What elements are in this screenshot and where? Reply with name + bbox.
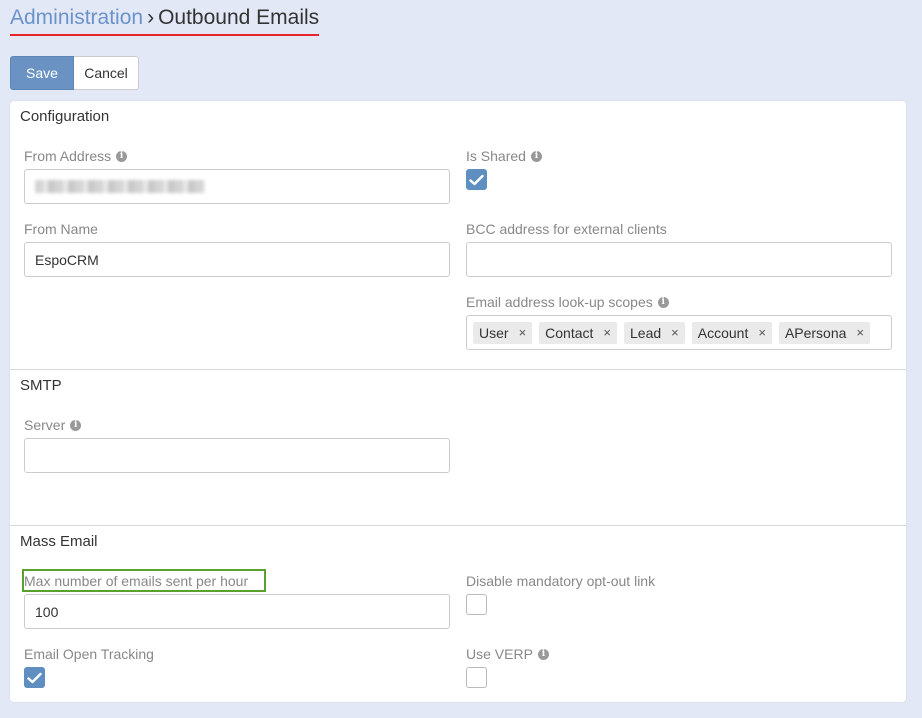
open-tracking-checkbox[interactable] <box>24 667 45 688</box>
breadcrumb-administration-link[interactable]: Administration <box>10 6 143 29</box>
from-address-label-text: From Address <box>24 148 112 164</box>
remove-tag-icon[interactable]: × <box>671 325 679 340</box>
scope-tag: Lead × <box>624 321 685 344</box>
bcc-input[interactable] <box>466 242 892 277</box>
from-name-input[interactable]: EspoCRM <box>24 242 450 277</box>
section-title-configuration: Configuration <box>20 108 110 125</box>
info-icon[interactable]: i <box>657 296 669 308</box>
page-title: Outbound Emails <box>158 6 320 29</box>
scope-tag: User × <box>473 321 533 344</box>
scope-tag-label: User <box>479 324 509 341</box>
use-verp-label-text: Use VERP <box>466 646 533 662</box>
is-shared-checkbox[interactable] <box>466 169 487 190</box>
settings-panel: Configuration From Address i Is Shared i… <box>10 101 906 702</box>
checkmark-icon <box>469 174 484 185</box>
checkmark-icon <box>27 672 42 683</box>
scope-tag-label: Contact <box>545 324 594 341</box>
use-verp-checkbox[interactable] <box>466 667 487 688</box>
remove-tag-icon[interactable]: × <box>519 325 527 340</box>
from-name-value: EspoCRM <box>35 251 99 268</box>
lookup-scopes-label: Email address look-up scopes i <box>466 294 669 310</box>
remove-tag-icon[interactable]: × <box>856 325 864 340</box>
info-icon[interactable]: i <box>537 648 549 660</box>
is-shared-label-text: Is Shared <box>466 148 526 164</box>
breadcrumb: Administration › Outbound Emails <box>10 4 320 36</box>
info-icon[interactable]: i <box>530 150 542 162</box>
section-title-smtp: SMTP <box>20 377 62 394</box>
save-button[interactable]: Save <box>10 56 74 90</box>
section-divider <box>10 525 906 526</box>
scope-tag: APersona × <box>778 321 871 344</box>
remove-tag-icon[interactable]: × <box>758 325 766 340</box>
scope-tag-label: Account <box>697 324 749 341</box>
max-per-hour-input[interactable]: 100 <box>24 594 450 629</box>
from-name-label: From Name <box>24 221 98 237</box>
cancel-button[interactable]: Cancel <box>74 56 139 90</box>
blurred-email-value <box>35 180 205 193</box>
remove-tag-icon[interactable]: × <box>603 325 611 340</box>
max-per-hour-label: Max number of emails sent per hour <box>24 573 249 589</box>
server-label: Server i <box>24 417 82 433</box>
lookup-scopes-label-text: Email address look-up scopes <box>466 294 653 310</box>
max-per-hour-value: 100 <box>35 603 59 620</box>
info-icon[interactable]: i <box>116 150 128 162</box>
lookup-scopes-input[interactable]: User × Contact × Lead × Account × APersona × <box>466 315 892 350</box>
from-address-input[interactable] <box>24 169 450 204</box>
scope-tag: Account × <box>691 321 772 344</box>
open-tracking-label: Email Open Tracking <box>24 646 154 662</box>
breadcrumb-separator: › <box>147 6 155 29</box>
toolbar: Save Cancel <box>10 56 139 90</box>
info-icon[interactable]: i <box>70 419 82 431</box>
scope-tag-label: APersona <box>784 324 847 341</box>
is-shared-label: Is Shared i <box>466 148 542 164</box>
from-address-label: From Address i <box>24 148 128 164</box>
scope-tag: Contact × <box>539 321 617 344</box>
disable-optout-label: Disable mandatory opt-out link <box>466 573 656 589</box>
section-title-mass-email: Mass Email <box>20 533 98 550</box>
section-divider <box>10 369 906 370</box>
scope-tag-label: Lead <box>630 324 662 341</box>
disable-optout-checkbox[interactable] <box>466 594 487 615</box>
server-input[interactable] <box>24 438 450 473</box>
bcc-label: BCC address for external clients <box>466 221 667 237</box>
use-verp-label: Use VERP i <box>466 646 549 662</box>
server-label-text: Server <box>24 417 66 433</box>
